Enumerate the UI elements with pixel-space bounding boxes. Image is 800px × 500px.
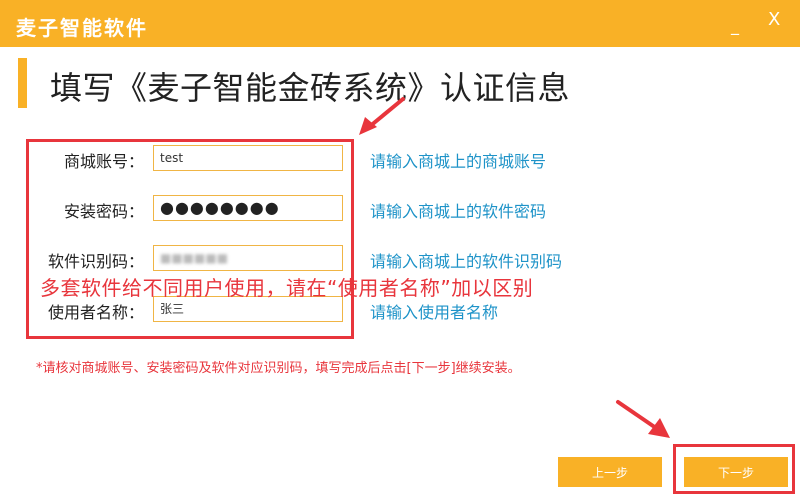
next-button[interactable]: 下一步 bbox=[684, 457, 788, 487]
notice-text: *请核对商城账号、安装密码及软件对应识别码，填写完成后点击[下一步]继续安装。 bbox=[36, 361, 521, 376]
arrow-icon bbox=[616, 400, 670, 438]
page-title: 填写《麦子智能金砖系统》认证信息 bbox=[50, 69, 571, 107]
account-hint: 请输入商城上的商城账号 bbox=[370, 152, 547, 171]
previous-button[interactable]: 上一步 bbox=[558, 457, 662, 487]
annotation-note: 多套软件给不同用户使用，请在“使用者名称”加以区别 bbox=[40, 276, 534, 300]
app-title: 麦子智能软件 bbox=[16, 16, 148, 40]
password-hint: 请输入商城上的软件密码 bbox=[370, 202, 547, 221]
form-highlight-box bbox=[26, 139, 354, 339]
close-button[interactable]: X bbox=[768, 8, 780, 32]
serial-hint: 请输入商城上的软件识别码 bbox=[370, 252, 563, 271]
minimize-button[interactable]: _ bbox=[731, 14, 739, 38]
heading-accent-bar bbox=[18, 58, 27, 108]
username-hint: 请输入使用者名称 bbox=[370, 303, 499, 322]
title-bar: 麦子智能软件 _ X bbox=[0, 0, 800, 47]
arrow-icon bbox=[359, 97, 405, 135]
